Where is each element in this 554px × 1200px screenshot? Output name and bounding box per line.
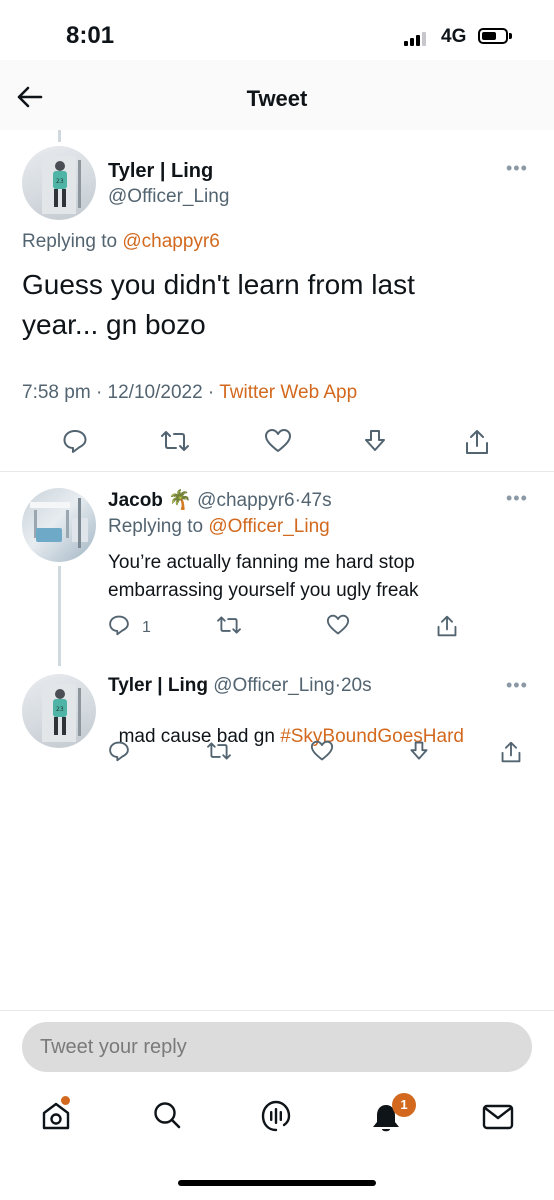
- messages-mail-icon[interactable]: [482, 1104, 514, 1130]
- svg-text:23: 23: [56, 178, 64, 185]
- tweet-source[interactable]: Twitter Web App: [219, 382, 357, 403]
- meta-separator: ·: [95, 382, 103, 403]
- signal-icon: [404, 30, 426, 46]
- tweet-text-line-2: year... gn bozo: [22, 309, 206, 340]
- thread-line-top: [58, 130, 61, 142]
- share-icon[interactable]: [500, 740, 522, 764]
- reply-icon[interactable]: [62, 428, 88, 454]
- divider: [0, 471, 554, 472]
- name-emoji: 🌴: [168, 490, 192, 511]
- reply-count: 1: [142, 619, 151, 636]
- like-icon[interactable]: [310, 740, 334, 762]
- replying-to-line: Replying to @chappyr6: [22, 231, 220, 253]
- like-icon[interactable]: [264, 428, 292, 454]
- avatar[interactable]: [22, 488, 96, 562]
- svg-text:23: 23: [56, 706, 64, 713]
- reply-header: Jacob 🌴 @chappyr6·47s: [108, 488, 332, 512]
- battery-cap: [509, 33, 512, 39]
- reply-author-name[interactable]: Jacob: [108, 490, 163, 511]
- replying-to-handle[interactable]: @Officer_Ling: [208, 516, 329, 537]
- page-title: Tweet: [246, 86, 308, 111]
- reply-age: 20s: [340, 675, 372, 696]
- retweet-icon[interactable]: [206, 740, 232, 762]
- more-options-icon[interactable]: •••: [506, 158, 528, 179]
- reply-age: 47s: [300, 490, 332, 511]
- share-icon[interactable]: [436, 614, 458, 638]
- replying-to-handle[interactable]: @chappyr6: [122, 231, 219, 252]
- home-icon[interactable]: [40, 1100, 72, 1132]
- share-icon[interactable]: [464, 428, 490, 456]
- avatar[interactable]: 23: [22, 146, 96, 220]
- more-options-icon[interactable]: •••: [506, 488, 528, 509]
- tweet-author-name[interactable]: Tyler | Ling: [108, 160, 213, 183]
- bookmark-down-icon[interactable]: [362, 428, 388, 454]
- composer-divider: [0, 1010, 554, 1011]
- tweet-text-line-1: Guess you didn't learn from last: [22, 269, 415, 300]
- retweet-icon[interactable]: [216, 614, 242, 636]
- battery-icon: [478, 28, 508, 44]
- player-photo-icon: 23: [42, 156, 81, 214]
- replying-to-line: Replying to @Officer_Ling: [108, 516, 330, 538]
- retweet-icon[interactable]: [160, 428, 190, 454]
- tweet-time: 7:58 pm: [22, 382, 91, 403]
- tweet-reply-placeholder: Tweet your reply: [40, 1036, 187, 1058]
- like-icon[interactable]: [326, 614, 350, 636]
- reply-text-line-1: You’re actually fanning me hard stop: [108, 552, 415, 573]
- bookmark-down-icon[interactable]: [408, 740, 430, 762]
- tweet-author-handle[interactable]: @Officer_Ling: [108, 186, 229, 208]
- more-options-icon[interactable]: •••: [506, 675, 528, 696]
- network-label: 4G: [441, 26, 467, 47]
- spaces-icon[interactable]: [260, 1098, 292, 1132]
- reply-icon[interactable]: [108, 740, 130, 762]
- reply-text-line-2: embarrassing yourself you ugly freak: [108, 580, 419, 601]
- home-new-dot: [61, 1096, 70, 1105]
- thread-line: [58, 566, 61, 666]
- status-time: 8:01: [66, 22, 115, 49]
- tweet-meta: 7:58 pm · 12/10/2022 · Twitter Web App: [22, 382, 357, 404]
- home-indicator[interactable]: [178, 1180, 376, 1186]
- reply-author-handle[interactable]: @Officer_Ling: [213, 675, 334, 696]
- tweet-date: 12/10/2022: [107, 382, 203, 403]
- notification-badge: 1: [392, 1093, 416, 1117]
- desk-photo-icon: [30, 498, 88, 548]
- reply-author-handle[interactable]: @chappyr6: [197, 490, 294, 511]
- replying-to-prefix: Replying to: [108, 516, 204, 537]
- reply-author-name[interactable]: Tyler | Ling: [108, 675, 208, 696]
- search-icon[interactable]: [152, 1100, 182, 1130]
- avatar[interactable]: 23: [22, 674, 96, 748]
- meta-separator: ·: [207, 382, 215, 403]
- reply-text-plain: mad cause bad gn: [118, 726, 281, 747]
- reply-header: Tyler | Ling @Officer_Ling·20s: [108, 675, 372, 697]
- reply-icon[interactable]: [108, 614, 130, 636]
- hashtag-link[interactable]: #SkyBoundGoesHard: [280, 726, 464, 747]
- player-photo-icon: 23: [42, 684, 81, 742]
- replying-to-prefix: Replying to: [22, 231, 118, 252]
